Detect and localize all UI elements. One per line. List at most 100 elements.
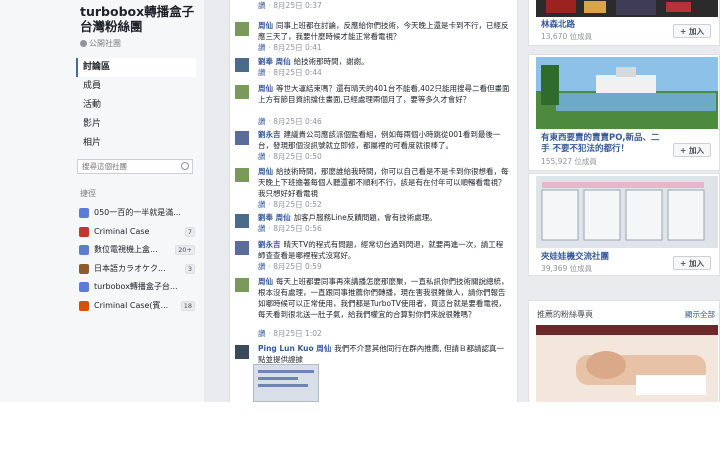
comment-text: 等世大運結束嗎？還有晴天的401台不能看,402只能用搜尋二看但畫面上方有節目資… [258, 84, 510, 104]
notification-count: 18 [180, 300, 195, 311]
nav-item-videos[interactable]: 影片 [76, 115, 196, 134]
shortcut-item[interactable]: 日本語カラオケク... 3 [79, 260, 195, 279]
like-link[interactable]: 讚 [258, 262, 266, 271]
nav-item-photos[interactable]: 相片 [76, 134, 196, 153]
like-link[interactable]: 讚 [258, 329, 266, 338]
notification-count: 3 [184, 263, 195, 274]
join-group-button[interactable]: + 加入 [673, 24, 711, 38]
comment-meta: 讚 · 8月25日 0:46 [258, 116, 322, 127]
shortcut-label: turbobox轉播盒子台... [94, 282, 178, 292]
like-link[interactable]: 讚 [258, 200, 266, 209]
suggested-group-name[interactable]: 林森北路 [541, 20, 663, 31]
comment-meta: 讚 · 8月25日 0:56 [258, 223, 322, 234]
comment-timestamp[interactable]: 8月25日 0:59 [273, 262, 322, 271]
shortcut-item[interactable]: 數位電視機上盒... 20+ [79, 241, 195, 260]
nav-item-discussion[interactable]: 討論區 [76, 58, 196, 77]
page: turbobox轉播盒子台灣粉絲團 公開社團 討論區 成員 活動 影片 相片 捷… [0, 0, 720, 402]
group-search-input[interactable] [78, 160, 186, 173]
comment-body: 周仙 給技術時間，那麼誰給我時間，你可以自己看是不是卡到你很想看，每天晚上下班擔著… [258, 166, 510, 199]
comment-body: 劉奉 周仙 給技術那時間，謝謝。 [258, 56, 510, 67]
comment-feed: 讚 · 8月25日 0:37 周仙 同事上班都在討論，反應給你們技術，今天晚上還是卡到… [229, 0, 518, 402]
avatar[interactable] [235, 278, 249, 292]
page-cover-image[interactable] [536, 325, 718, 402]
avatar[interactable] [235, 241, 249, 255]
suggested-group-name[interactable]: 夾娃娃機交流社團 [541, 252, 663, 263]
comment-text: 每天上班都要同事再來講播怎麼那麼聚，一直私訊你們技術關說總統，根本沒有處理，一直… [258, 277, 509, 319]
comment-meta: 讚 · 8月25日 0:59 [258, 261, 322, 272]
comment-timestamp[interactable]: 8月25日 0:41 [273, 43, 322, 52]
commenter-name[interactable]: 周仙 [258, 84, 273, 93]
group-nav: 討論區 成員 活動 影片 相片 [76, 58, 196, 153]
comment-timestamp[interactable]: 8月25日 1:02 [273, 329, 322, 338]
comment-timestamp[interactable]: 8月25日 0:37 [273, 1, 322, 10]
comment-timestamp[interactable]: 8月25日 0:56 [273, 224, 322, 233]
group-cover-image[interactable] [536, 0, 718, 17]
like-link[interactable]: 讚 [258, 1, 266, 10]
suggested-group-card: 林森北路 13,670 位成員 + 加入 [528, 0, 720, 46]
like-link[interactable]: 讚 [258, 224, 266, 233]
comment-text: 加客戶服務Line反饋問題，會有技術處理。 [293, 213, 437, 222]
commenter-name[interactable]: 劉永吉 [258, 240, 281, 249]
comment-body: 劉奉 周仙 加客戶服務Line反饋問題，會有技術處理。 [258, 212, 510, 223]
commenter-name[interactable]: 劉永吉 [258, 130, 281, 139]
commenter-name[interactable]: Ping Lun Kuo 周仙 [258, 344, 331, 353]
comment-body: 周仙 同事上班都在討論，反應給你們技術，今天晚上還是卡到不行，已經反應三天了，我要… [258, 20, 510, 42]
group-privacy: 公開社團 [80, 38, 121, 49]
group-cover-image[interactable] [536, 176, 718, 248]
shortcuts-list: 050一百的一半就是滿... Criminal Case 7 數位電視機上盒... 20… [79, 204, 195, 315]
commenter-name[interactable]: 劉奉 周仙 [258, 57, 291, 66]
shortcuts-title: 捷徑 [80, 189, 96, 198]
comment-text: 給技術那時間，謝謝。 [293, 57, 369, 66]
like-link[interactable]: 讚 [258, 117, 266, 126]
nav-item-events[interactable]: 活動 [76, 96, 196, 115]
shortcut-item[interactable]: turbobox轉播盒子台... [79, 278, 195, 297]
join-group-button[interactable]: + 加入 [673, 143, 711, 157]
group-cover-image[interactable] [536, 57, 718, 129]
avatar[interactable] [235, 85, 249, 99]
suggested-group-card: 夾娃娃機交流社團 39,369 位成員 + 加入 [528, 173, 720, 276]
commenter-name[interactable]: 周仙 [258, 21, 273, 30]
group-icon [79, 245, 89, 256]
comment-text: 同事上班都在討論，反應給你們技術，今天晚上還是卡到不行，已經反應三天了，我要什麼… [258, 21, 509, 41]
avatar[interactable] [235, 168, 249, 182]
comment-timestamp[interactable]: 8月25日 0:44 [273, 68, 322, 77]
shortcut-item[interactable]: 050一百的一半就是滿... [79, 204, 195, 223]
shortcut-item[interactable]: Criminal Case 7 [79, 223, 195, 242]
avatar[interactable] [235, 58, 249, 72]
notification-count: 20+ [175, 245, 195, 256]
shortcut-item[interactable]: Criminal Case(賓... 18 [79, 297, 195, 316]
avatar[interactable] [235, 22, 249, 36]
comment-meta: 讚 · 8月25日 0:50 [258, 151, 322, 162]
like-link[interactable]: 讚 [258, 152, 266, 161]
comment-timestamp[interactable]: 8月25日 0:52 [273, 200, 322, 209]
like-link[interactable]: 讚 [258, 68, 266, 77]
commenter-name[interactable]: 劉奉 周仙 [258, 213, 291, 222]
suggested-group-card: 有東西要賣的賣賣PO,新品、二手 不要不犯法的都行！ 155,927 位成員 +… [528, 54, 720, 171]
comment-body: 劉永吉 建議貴公司應該派個監看組，例如每兩個小時跳從001看到最後一台，發現那個沒… [258, 129, 510, 151]
group-icon [79, 208, 89, 219]
comment-body: Ping Lun Kuo 周仙 我們不介意其他同行在群內推薦, 但請Ｂ都請認真一點… [258, 343, 510, 365]
attached-image[interactable] [253, 364, 319, 402]
commenter-name[interactable]: 周仙 [258, 167, 273, 176]
commenter-name[interactable]: 周仙 [258, 277, 273, 286]
join-group-button[interactable]: + 加入 [673, 256, 711, 270]
suggested-group-name[interactable]: 有東西要賣的賣賣PO,新品、二手 不要不犯法的都行！ [541, 133, 663, 155]
avatar[interactable] [235, 214, 249, 228]
comment-meta: 讚 · 8月25日 0:41 [258, 42, 322, 53]
group-icon [79, 263, 89, 274]
recommended-pages-title: 推薦的粉絲專頁 [537, 310, 593, 319]
avatar[interactable] [235, 131, 249, 145]
comment-meta: 讚 · 8月25日 0:52 [258, 199, 322, 210]
group-search [77, 159, 193, 174]
nav-item-members[interactable]: 成員 [76, 77, 196, 96]
group-title[interactable]: turbobox轉播盒子台灣粉絲團 [80, 4, 200, 34]
search-icon[interactable] [181, 162, 189, 170]
comment-timestamp[interactable]: 8月25日 0:46 [273, 117, 322, 126]
like-link[interactable]: 讚 [258, 43, 266, 52]
comment-text: 晴天TV的程式有問題，經常切台過到閃退，就要再進一次，請工程師查查看是哪裡程式沒… [258, 240, 504, 260]
comment-text: 建議貴公司應該派個監看組，例如每兩個小時跳從001看到最後一台，發現那個沒訊號就… [258, 130, 501, 150]
see-all-link[interactable]: 顯示全部 [685, 309, 715, 320]
comment-body: 周仙 等世大運結束嗎？還有晴天的401台不能看,402只能用搜尋二看但畫面上方有節… [258, 83, 510, 105]
comment-timestamp[interactable]: 8月25日 0:50 [273, 152, 322, 161]
avatar[interactable] [235, 345, 249, 359]
